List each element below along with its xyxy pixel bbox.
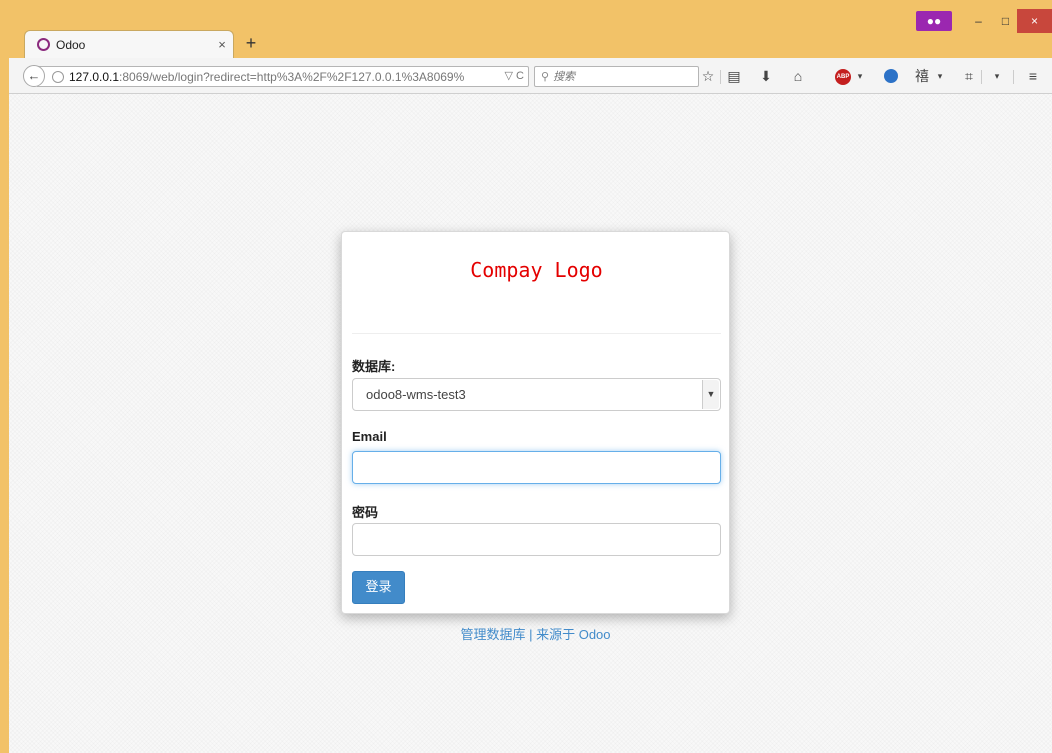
download-icon[interactable]: ⬇ [755,66,777,87]
toolbar-divider [1013,70,1014,84]
sync-icon[interactable] [884,69,898,83]
powered-by-odoo-link[interactable]: 来源于 Odoo [536,627,610,642]
login-button[interactable]: 登录 [352,571,405,604]
odoo-favicon-icon [37,38,50,51]
browser-titlebar: Odoo × + ●● – □ × [0,0,1052,58]
new-tab-button[interactable]: + [240,33,262,53]
bookmark-star-icon[interactable]: ☆ [697,66,719,87]
home-icon[interactable]: ⌂ [787,66,809,87]
toolbar-divider [720,70,721,84]
chevron-down-icon[interactable]: ▾ [849,66,871,87]
chevron-down-icon[interactable]: ▾ [929,66,951,87]
footer-separator: | [525,627,537,642]
email-field[interactable] [352,451,721,484]
close-window-button[interactable]: × [1017,9,1052,33]
search-input[interactable] [553,70,684,83]
login-form: Compay Logo 数据库: odoo8-wms-test3 ▼ Email… [341,231,730,614]
window-border [0,58,9,753]
chevron-down-icon[interactable]: ▾ [986,66,1008,87]
database-select[interactable]: odoo8-wms-test3 ▼ [352,378,721,411]
footer-links: 管理数据库 | 来源于 Odoo [341,624,730,643]
maximize-button[interactable]: □ [992,9,1019,33]
search-bar[interactable]: ⚲ [534,66,699,87]
menu-icon[interactable]: ≡ [1022,66,1044,87]
url-bar[interactable]: 127.0.0.1:8069/web/login?redirect=http%3… [37,66,529,87]
private-mask-icon: ●● [916,11,952,31]
database-selected-value: odoo8-wms-test3 [366,387,466,402]
crop-icon[interactable]: ⌗ [958,66,980,87]
tab-title: Odoo [56,37,86,52]
back-arrow-icon[interactable]: ← [23,65,45,87]
password-field[interactable] [352,523,721,556]
url-dropdown-reload[interactable]: ▽ C [501,69,524,82]
navigation-toolbar: 127.0.0.1:8069/web/login?redirect=http%3… [9,58,1052,94]
email-label: Email [352,429,387,444]
divider [352,333,721,334]
page-content: Compay Logo 数据库: odoo8-wms-test3 ▼ Email… [9,94,1052,753]
search-icon: ⚲ [541,71,550,83]
manage-databases-link[interactable]: 管理数据库 [460,627,525,642]
url-path: :8069/web/login?redirect=http%3A%2F%2F12… [119,69,465,84]
url-host: 127.0.0.1 [69,69,120,84]
database-label: 数据库: [352,359,396,374]
browser-tab[interactable]: Odoo × [24,30,234,58]
toolbar-divider [981,70,982,84]
chevron-down-icon[interactable]: ▼ [702,380,719,409]
tab-close-button[interactable]: × [211,37,233,52]
company-logo: Compay Logo [470,258,603,282]
minimize-button[interactable]: – [965,9,992,33]
globe-icon [52,70,64,83]
reading-list-icon[interactable]: ▤ [723,66,745,87]
password-label: 密码 [352,505,379,520]
